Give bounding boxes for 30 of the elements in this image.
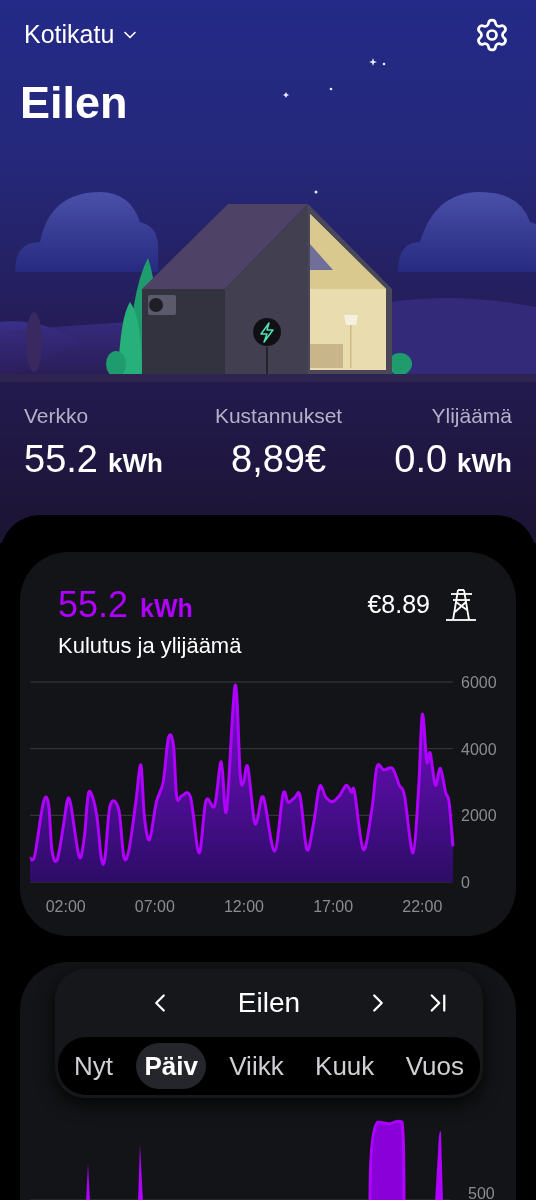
period-tab[interactable]: Viikk xyxy=(221,1043,292,1089)
y-axis-label: 6000 xyxy=(461,674,497,691)
period-tab[interactable]: Päiv xyxy=(136,1043,206,1089)
y-axis-label: 500 xyxy=(468,1184,495,1200)
y-axis-label: 0 xyxy=(461,874,470,891)
settings-icon xyxy=(474,17,510,53)
power-pylon-icon xyxy=(444,587,478,622)
usage-spike xyxy=(435,1131,443,1200)
x-axis-label: 22:00 xyxy=(402,898,443,915)
stat-label: Verkko xyxy=(24,403,89,429)
location-dropdown[interactable]: Kotikatu xyxy=(24,16,141,54)
x-axis-label: 07:00 xyxy=(134,898,175,915)
stat-label: Kustannukset xyxy=(214,403,343,429)
stat-value: 8,89€ xyxy=(231,436,327,482)
x-axis-label: 12:00 xyxy=(223,898,264,915)
period-tab[interactable]: Vuos xyxy=(397,1043,472,1089)
usage-value: 55.2 kWh xyxy=(58,583,194,627)
x-axis-label: 17:00 xyxy=(313,898,354,915)
cost-value: €8.89 xyxy=(367,589,430,620)
page-title: Eilen xyxy=(20,80,128,125)
stat-label: Ylijäämä xyxy=(431,403,512,429)
x-axis-label: 02:00 xyxy=(45,898,86,915)
y-axis-label: 2000 xyxy=(461,807,497,825)
stat-value: 0.0 kWh xyxy=(394,436,512,482)
stat-value: 55.2 kWh xyxy=(24,436,163,482)
period-tab[interactable]: Kuuk xyxy=(307,1043,383,1089)
period-title: Eilen xyxy=(236,986,302,1020)
card-subtitle: Kulutus ja ylijäämä xyxy=(58,632,242,660)
y-axis-label: 4000 xyxy=(461,740,497,758)
period-tab[interactable]: Nyt xyxy=(66,1043,121,1089)
